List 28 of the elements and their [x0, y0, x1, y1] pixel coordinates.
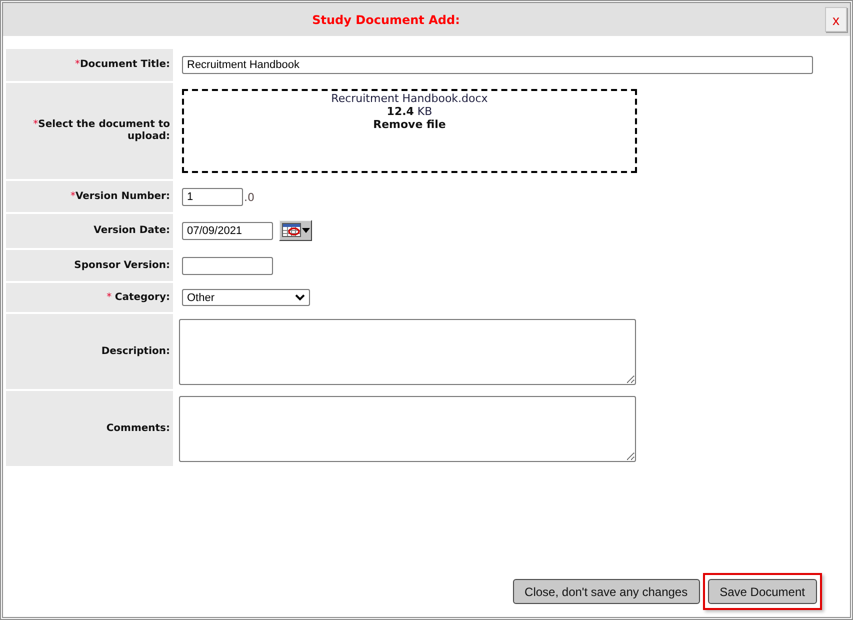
field-label: * Category: [106, 292, 170, 304]
remove-file-link[interactable]: Remove file [373, 118, 446, 131]
file-name: Recruitment Handbook.docx [331, 92, 488, 105]
field-label: Description: [101, 346, 170, 358]
field-label: *Version Number: [70, 190, 170, 202]
file-size: 12.4 KB [386, 105, 432, 118]
dropdown[interactable]: Other [182, 289, 310, 306]
action-button[interactable]: Save Document [708, 579, 817, 604]
text-area[interactable] [179, 318, 636, 384]
field-label: Sponsor Version: [74, 260, 170, 272]
action-button[interactable]: Close, don't save any changes [512, 579, 700, 604]
text-field[interactable] [182, 256, 273, 274]
close-button[interactable]: x [825, 7, 847, 32]
calendar-button[interactable] [279, 220, 312, 240]
text-field[interactable]: Recruitment Handbook [182, 56, 813, 74]
date-field[interactable]: 07/09/2021 [182, 222, 273, 240]
caret-icon [302, 228, 310, 232]
chevron-icon [295, 294, 305, 301]
text-area[interactable] [179, 396, 636, 462]
upload-dropzone[interactable]: Recruitment Handbook.docx 12.4 KB Remove file [182, 89, 637, 173]
field-label: Version Date: [94, 225, 170, 237]
version-suffix: .0 [244, 191, 254, 204]
window-title: Study Document Add: [312, 12, 460, 26]
calendar-icon [282, 223, 301, 237]
version-field[interactable]: 1 [182, 188, 243, 206]
field-label: *Select the document to upload: [32, 119, 170, 143]
field-label: *Document Title: [74, 59, 170, 71]
field-label: Comments: [106, 422, 170, 434]
